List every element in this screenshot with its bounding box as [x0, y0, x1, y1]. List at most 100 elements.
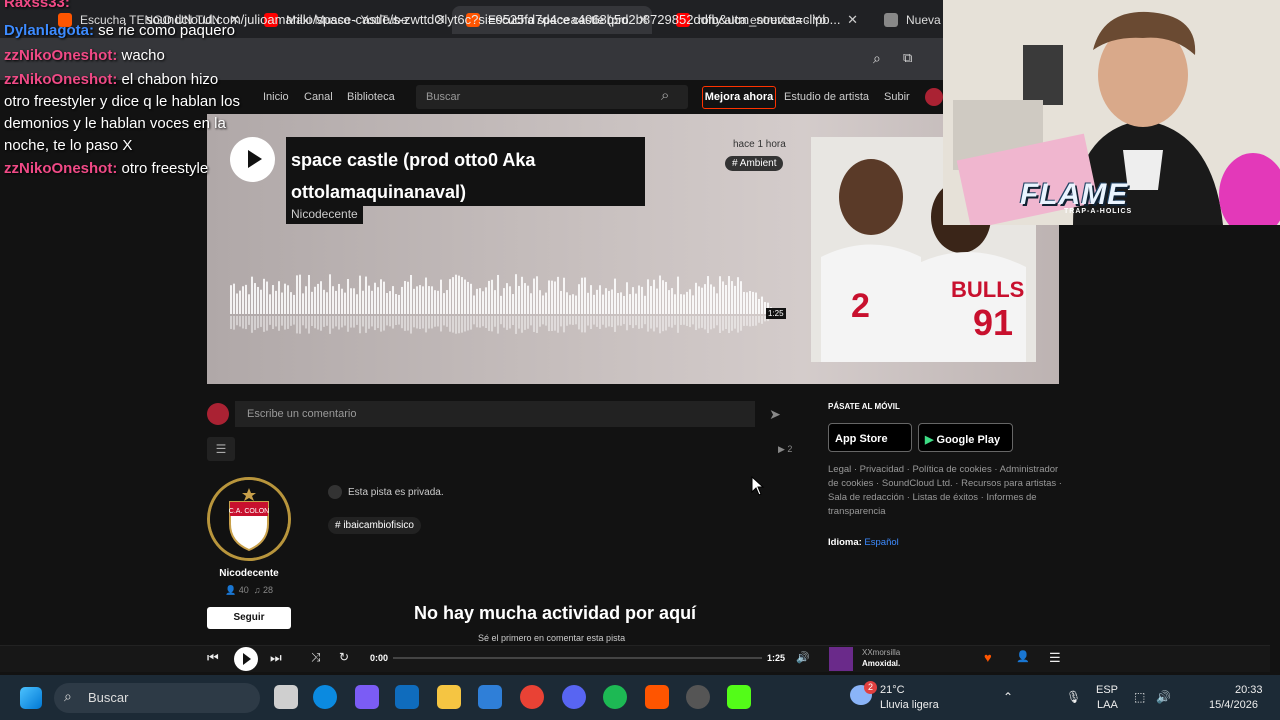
- now-playing-thumbnail[interactable]: [829, 647, 853, 671]
- weather-desc[interactable]: Lluvia ligera: [880, 699, 939, 711]
- genre-tag[interactable]: # Ambient: [725, 156, 784, 171]
- kick-icon[interactable]: [727, 685, 751, 709]
- waveform-bar: [761, 296, 763, 314]
- clock-date[interactable]: 15/4/2026: [1209, 699, 1258, 711]
- waveform-bar-reflection: [278, 316, 280, 331]
- waveform-bar: [587, 292, 589, 314]
- waveform-bar: [281, 292, 283, 314]
- shuffle-icon[interactable]: ⤨: [311, 650, 321, 665]
- waveform-bar: [629, 294, 631, 314]
- track-artist[interactable]: Nicodecente: [286, 204, 363, 224]
- waveform-bar-reflection: [374, 316, 376, 331]
- next-icon[interactable]: ⏭: [270, 650, 282, 666]
- artist-avatar[interactable]: C.A. COLON: [207, 477, 291, 561]
- avatar[interactable]: [925, 88, 943, 106]
- obs-icon[interactable]: [686, 685, 710, 709]
- waveform-bar: [260, 289, 262, 314]
- waveform-bar-reflection: [587, 316, 589, 326]
- now-playing-track[interactable]: Amoxidal.: [862, 659, 900, 668]
- input-language[interactable]: ESP: [1096, 684, 1118, 696]
- waveform-bar-reflection: [701, 316, 703, 328]
- waveform-bar-reflection: [641, 316, 643, 329]
- url-text[interactable]: soundcloud.com/julioamarillo/space-castl…: [146, 12, 841, 27]
- close-icon[interactable]: ✕: [847, 12, 858, 28]
- waveform-bar: [266, 281, 268, 314]
- waveform-bar-reflection: [743, 316, 745, 326]
- waveform-bar: [548, 280, 550, 314]
- chat-line: zzNikoOneshot: otro freestyle: [4, 160, 209, 177]
- search-icon[interactable]: ⌕: [873, 50, 881, 67]
- store-icon[interactable]: [478, 685, 502, 709]
- player-play-button[interactable]: [234, 647, 258, 671]
- edge-icon[interactable]: [313, 685, 337, 709]
- now-playing-user[interactable]: XXmorsilla: [862, 648, 900, 657]
- input-layout[interactable]: LAA: [1097, 699, 1118, 711]
- chevron-up-icon[interactable]: ⌃: [1003, 690, 1013, 704]
- waveform-bar: [239, 290, 241, 314]
- upload-link[interactable]: Subir: [884, 91, 910, 103]
- task-view-icon[interactable]: [274, 685, 298, 709]
- discord-icon[interactable]: [562, 685, 586, 709]
- like-icon[interactable]: ♥: [984, 650, 992, 665]
- waveform-bar: [707, 276, 709, 314]
- file-explorer-icon[interactable]: [437, 685, 461, 709]
- copilot-icon[interactable]: [355, 685, 379, 709]
- artist-name[interactable]: Nicodecente: [207, 568, 291, 579]
- waveform-bar: [695, 282, 697, 314]
- speaker-icon[interactable]: 🔊: [1156, 690, 1171, 704]
- language-setting[interactable]: Idioma: Español: [828, 537, 899, 548]
- search-icon[interactable]: ⌕: [661, 87, 669, 104]
- footer-links[interactable]: Legal · Privacidad · Política de cookies…: [828, 463, 1063, 519]
- waveform-bar-reflection: [689, 316, 691, 328]
- waveform-bar: [317, 283, 319, 314]
- waveform-bar-reflection: [404, 316, 406, 331]
- microphone-icon[interactable]: 🎙: [1066, 690, 1081, 704]
- waveform-bar: [617, 292, 619, 314]
- filter-button[interactable]: ☰: [207, 437, 235, 461]
- queue-icon[interactable]: ☰: [1049, 650, 1061, 666]
- clock-time[interactable]: 20:33: [1235, 684, 1263, 696]
- waveform-bar-reflection: [551, 316, 553, 332]
- weather-temp[interactable]: 21°C: [880, 684, 905, 696]
- hashtag-tag[interactable]: # ibaicambiofisico: [328, 517, 421, 534]
- spotify-icon[interactable]: [603, 685, 627, 709]
- waveform-bar: [428, 286, 430, 314]
- nav-biblioteca[interactable]: Biblioteca: [347, 91, 395, 103]
- app-store-button[interactable]: App Store: [828, 423, 912, 452]
- waveform-bar: [353, 288, 355, 314]
- progress-bar[interactable]: [393, 657, 762, 659]
- network-icon[interactable]: ⬚: [1134, 690, 1145, 704]
- waveform-bar: [461, 277, 463, 314]
- taskbar-search[interactable]: Buscar: [54, 683, 260, 713]
- waveform-bar: [581, 277, 583, 314]
- chat-line: demonios y le hablan voces en la: [4, 115, 226, 132]
- search-input[interactable]: Buscar: [416, 85, 688, 109]
- waveform-bar-reflection: [758, 316, 760, 323]
- waveform-bar: [659, 275, 661, 314]
- windows-start-icon[interactable]: [20, 687, 42, 709]
- install-icon[interactable]: ⧉: [903, 50, 912, 66]
- waveform-bar: [233, 283, 235, 314]
- google-play-button[interactable]: ▶ Google Play: [918, 423, 1013, 452]
- repeat-icon[interactable]: ↻: [339, 650, 349, 664]
- send-icon[interactable]: ➤: [762, 401, 788, 427]
- waveform-bar: [740, 281, 742, 314]
- waveform[interactable]: [230, 262, 782, 342]
- studio-link[interactable]: Estudio de artista: [784, 91, 869, 103]
- outlook-icon[interactable]: [395, 685, 419, 709]
- nav-canal[interactable]: Canal: [304, 91, 333, 103]
- previous-icon[interactable]: ⏮: [207, 650, 219, 666]
- soundcloud-icon[interactable]: [645, 685, 669, 709]
- tab-4[interactable]: Nueva pe: [870, 6, 950, 34]
- nav-inicio[interactable]: Inicio: [263, 91, 289, 103]
- chrome-icon[interactable]: [520, 685, 544, 709]
- play-button[interactable]: [230, 137, 275, 182]
- follow-button[interactable]: Seguir: [207, 607, 291, 629]
- waveform-bar: [743, 291, 745, 314]
- waveform-bar-reflection: [281, 316, 283, 326]
- waveform-bar: [671, 288, 673, 314]
- volume-icon[interactable]: 🔊: [796, 651, 810, 664]
- follow-icon[interactable]: 👤: [1016, 650, 1030, 663]
- upgrade-button[interactable]: Mejora ahora: [702, 86, 776, 109]
- comment-input[interactable]: Escribe un comentario: [235, 401, 755, 427]
